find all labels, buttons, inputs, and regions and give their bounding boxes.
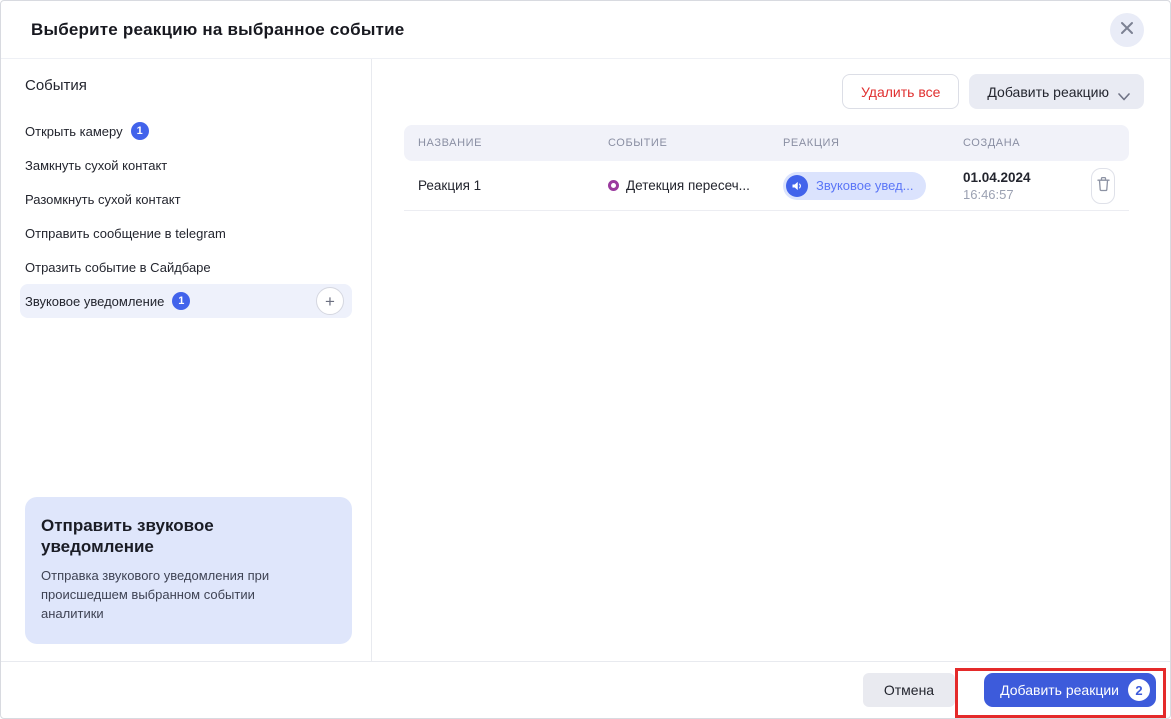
events-sidebar: События Открыть камеру 1 Замкнуть сухой … [1,59,372,661]
column-header-created: СОЗДАНА [963,137,1021,149]
created-time: 16:46:57 [963,186,1014,202]
submit-button-label: Добавить реакции [1000,682,1119,698]
sidebar-item-label: Отправить сообщение в telegram [25,225,226,241]
reaction-cell: Звуковое увед... [769,171,949,200]
sidebar-item-telegram-message[interactable]: Отправить сообщение в telegram [20,216,352,250]
column-header-name: НАЗВАНИЕ [418,137,483,149]
info-card-description: Отправка звукового уведомления при проис… [41,568,270,622]
chevron-down-icon [1118,88,1130,100]
sound-notification-icon [786,174,808,197]
event-list: Открыть камеру 1 Замкнуть сухой контакт … [1,114,371,318]
plus-icon: + [325,291,335,311]
sidebar-item-open-dry-contact[interactable]: Разомкнуть сухой контакт [20,182,352,216]
count-badge: 1 [172,292,191,310]
toolbar: Удалить все Добавить реакцию [404,74,1144,109]
sidebar-item-sound-notification[interactable]: Звуковое уведомление 1 + [20,284,352,318]
sidebar-item-open-camera[interactable]: Открыть камеру 1 [20,114,352,148]
reaction-info-card: Отправить звуковое уведомление Отправка … [25,496,352,644]
add-reaction-dropdown-button[interactable]: Добавить реакцию [969,74,1144,109]
created-cell: 01.04.2024 16:46:57 [949,170,1077,202]
sidebar-item-label: Замкнуть сухой контакт [25,157,168,173]
created-date: 01.04.2024 [963,169,1031,185]
sidebar-item-show-in-sidebar[interactable]: Отразить событие в Сайдбаре [20,250,352,284]
event-label: Детекция пересеч... [626,178,750,193]
reactions-table: НАЗВАНИЕ СОБЫТИЕ РЕАКЦИЯ СОЗДАНА Реакция… [404,125,1129,211]
submit-count-badge: 2 [1128,679,1150,701]
sidebar-item-label: Открыть камеру [25,123,123,139]
column-header-reaction: РЕАКЦИЯ [783,137,840,149]
add-reactions-submit-button[interactable]: Добавить реакции 2 [984,673,1156,707]
add-reaction-dropdown-label: Добавить реакцию [987,83,1109,100]
sidebar-item-label: Отразить событие в Сайдбаре [25,259,211,275]
sidebar-title: События [25,77,87,94]
column-header-event: СОБЫТИЕ [608,137,668,149]
sidebar-item-label: Разомкнуть сухой контакт [25,191,181,207]
reaction-pill-label: Звуковое увед... [816,178,914,193]
count-badge: 1 [130,122,149,140]
event-type-icon [608,180,619,191]
sidebar-item-label: Звуковое уведомление [25,293,165,309]
add-reaction-plus-button[interactable]: + [316,287,344,315]
reactions-main: Удалить все Добавить реакцию НАЗВАНИЕ СО… [372,59,1170,661]
info-card-title: Отправить звуковое уведомление [41,515,214,557]
close-icon [1120,21,1134,39]
delete-row-button[interactable] [1091,167,1115,204]
sidebar-item-close-dry-contact[interactable]: Замкнуть сухой контакт [20,148,352,182]
modal-title: Выберите реакцию на выбранное событие [31,19,405,39]
event-cell: Детекция пересеч... [594,178,769,193]
modal-footer: Отмена Добавить реакции 2 [1,661,1170,718]
row-actions-cell [1077,167,1129,204]
close-button[interactable] [1110,12,1144,47]
reaction-modal: Выберите реакцию на выбранное событие Со… [0,0,1171,719]
cancel-button[interactable]: Отмена [862,673,956,707]
modal-body: События Открыть камеру 1 Замкнуть сухой … [1,59,1170,661]
table-header-row: НАЗВАНИЕ СОБЫТИЕ РЕАКЦИЯ СОЗДАНА [404,125,1129,161]
reaction-pill[interactable]: Звуковое увед... [783,171,926,200]
trash-icon [1096,176,1111,195]
reaction-name-cell: Реакция 1 [418,178,482,193]
modal-header: Выберите реакцию на выбранное событие [1,1,1170,59]
delete-all-button[interactable]: Удалить все [842,74,960,109]
table-row: Реакция 1 Детекция пересеч... Звуковое у… [404,161,1129,211]
